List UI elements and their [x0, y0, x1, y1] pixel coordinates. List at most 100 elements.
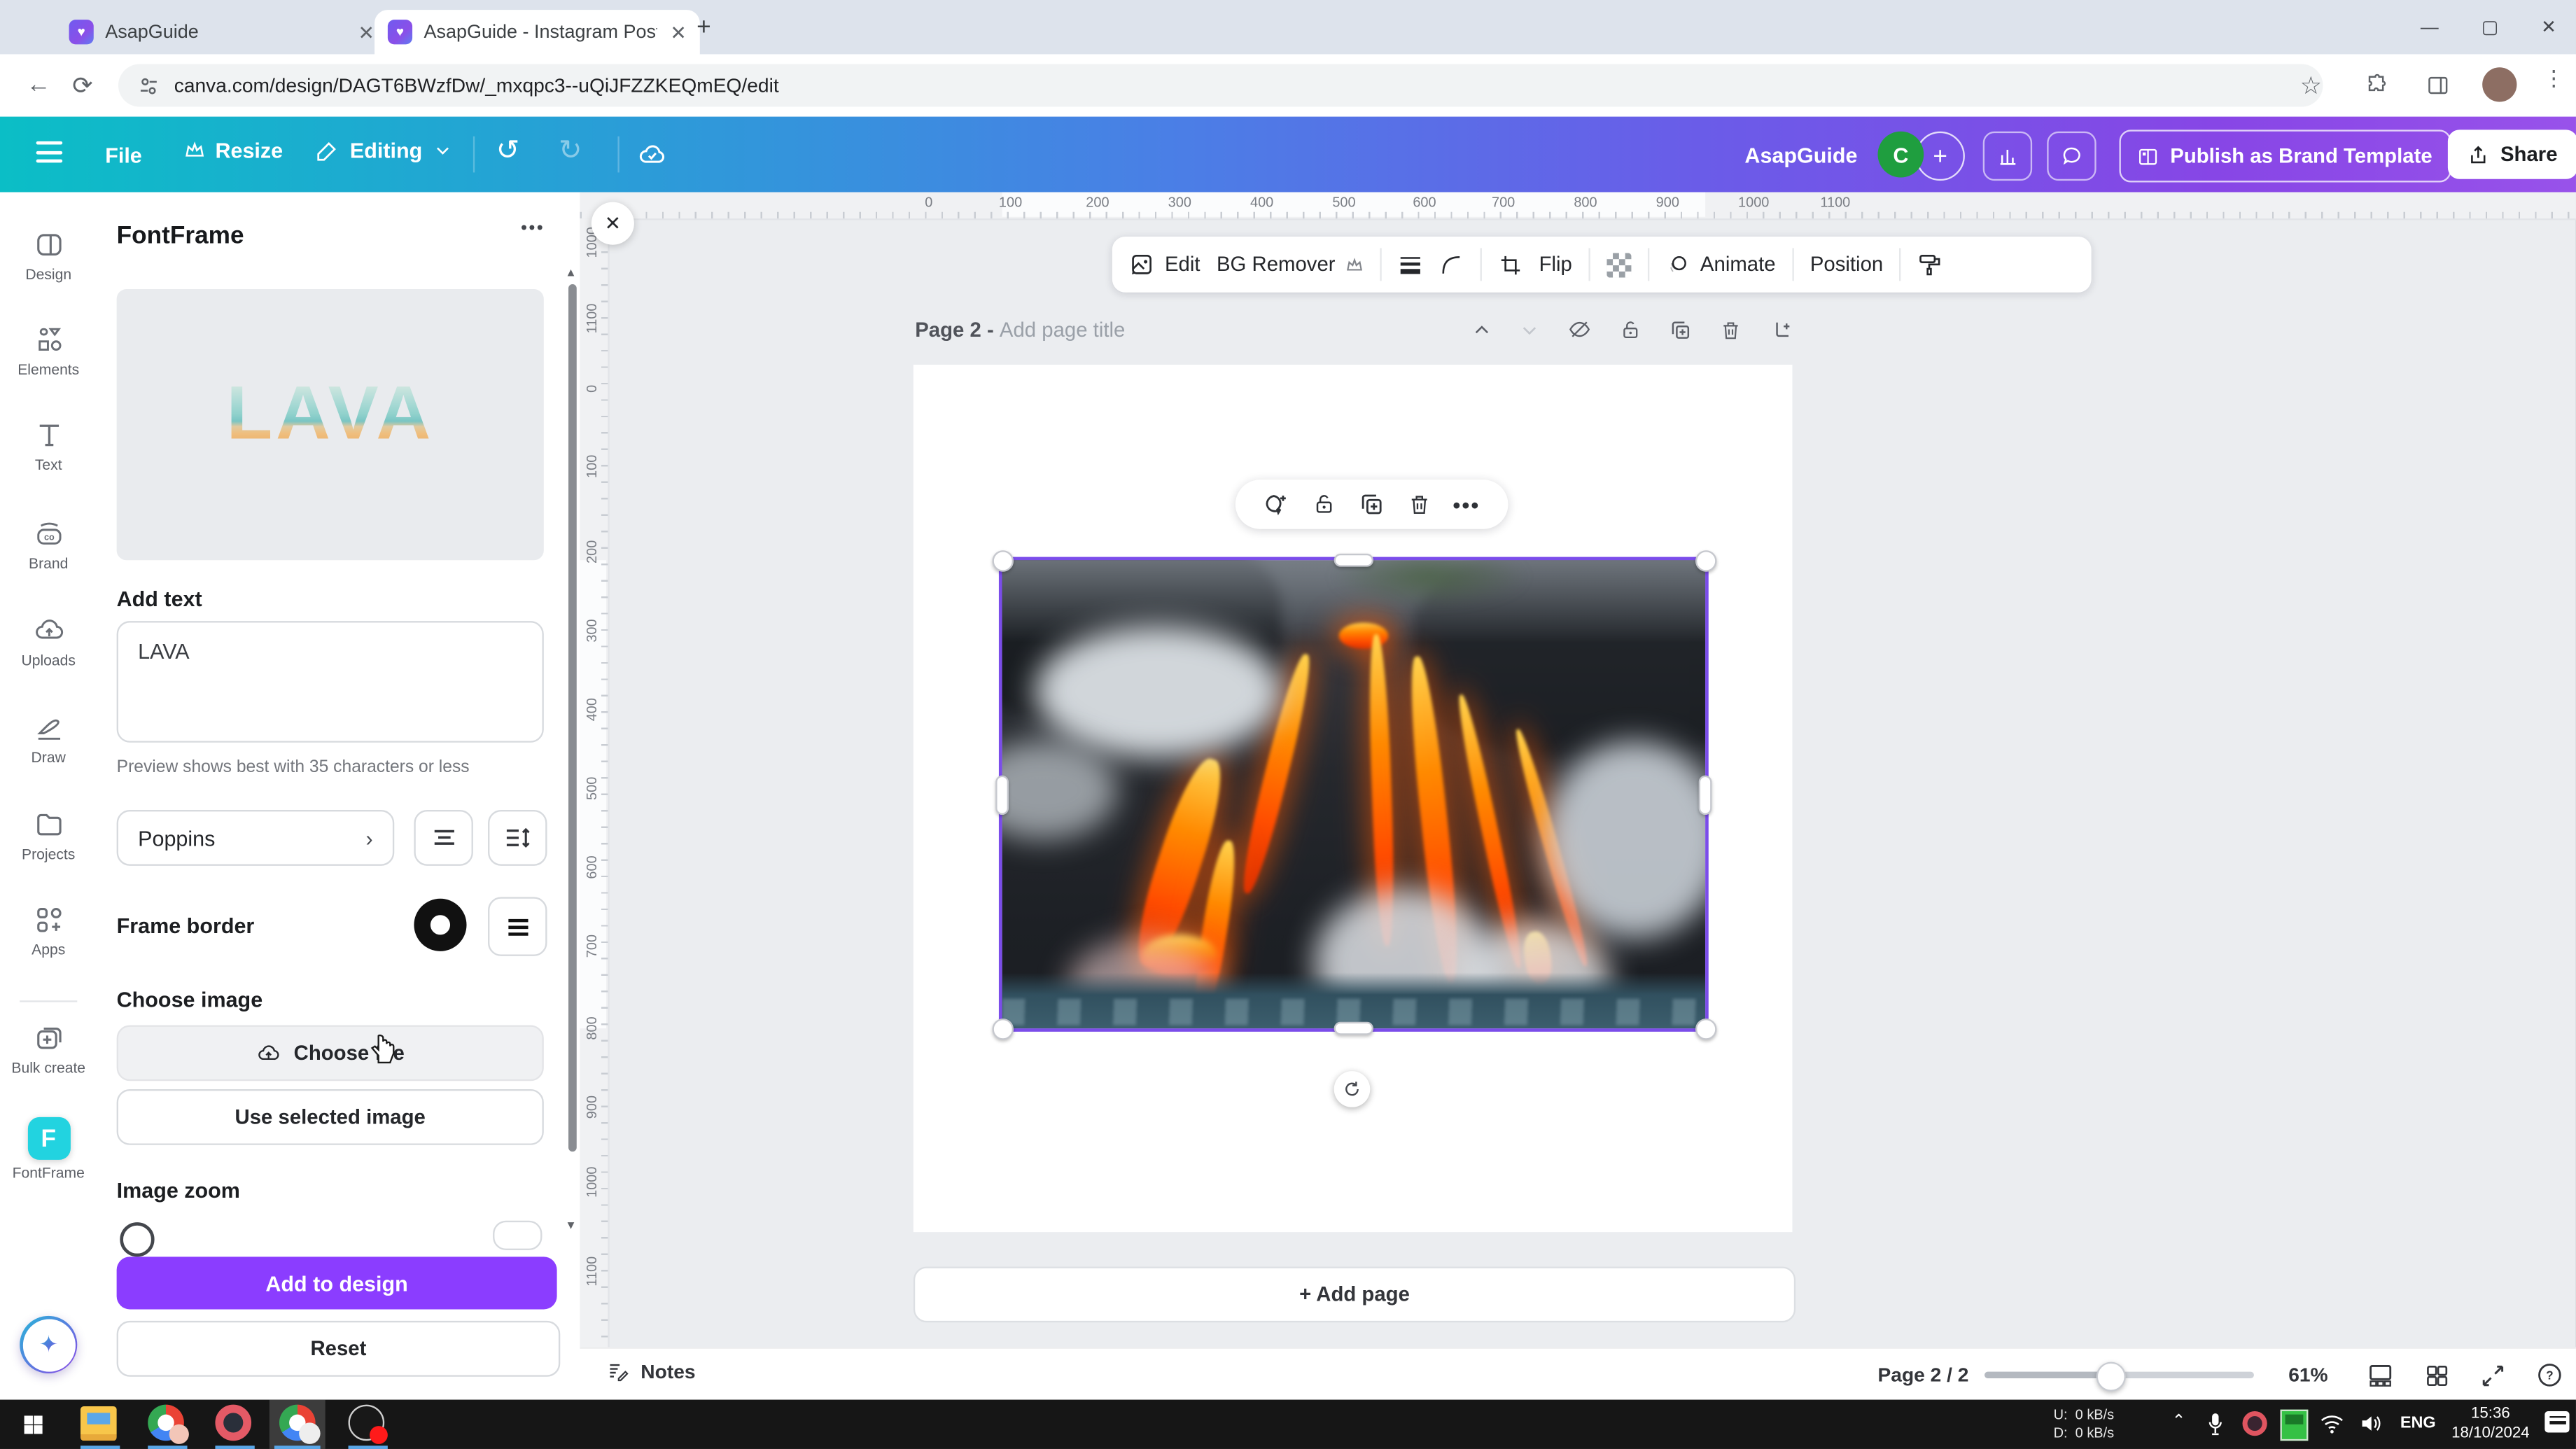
side-panel-icon[interactable]: [2426, 74, 2449, 97]
image-zoom-value-box[interactable]: [493, 1221, 542, 1250]
zoom-slider-track[interactable]: [1984, 1372, 2254, 1378]
rotate-handle[interactable]: [1334, 1071, 1371, 1107]
more-options-icon[interactable]: •••: [1453, 492, 1480, 517]
reload-icon[interactable]: ⟳: [72, 71, 93, 100]
browser-tab-1[interactable]: ♥ AsapGuide ✕: [56, 10, 388, 54]
bg-remover-button[interactable]: BG Remover: [1217, 253, 1363, 276]
ai-assistant-button[interactable]: ✦: [20, 1316, 78, 1374]
add-page-button[interactable]: + Add page: [913, 1266, 1795, 1322]
use-selected-image-button[interactable]: Use selected image: [117, 1089, 544, 1145]
chrome-icon[interactable]: [148, 1405, 184, 1441]
extensions-icon[interactable]: [2366, 74, 2389, 97]
text-align-button[interactable]: [414, 810, 472, 866]
sidebar-item-projects[interactable]: Projects: [0, 808, 97, 862]
comments-button[interactable]: [2047, 132, 2096, 181]
redo-icon[interactable]: ↻: [559, 134, 582, 167]
notes-button[interactable]: Notes: [606, 1360, 696, 1383]
add-comment-icon[interactable]: [1264, 491, 1290, 518]
edit-image-button[interactable]: Edit: [1128, 251, 1200, 278]
resize-handle-n[interactable]: [1334, 554, 1373, 567]
language-indicator[interactable]: ENG: [2400, 1415, 2436, 1433]
new-tab-button[interactable]: +: [696, 13, 711, 41]
wifi-icon[interactable]: [2320, 1413, 2344, 1434]
copy-style-roller-icon[interactable]: [1918, 251, 1945, 278]
tab-close-icon[interactable]: ✕: [358, 20, 374, 43]
sidebar-item-apps[interactable]: Apps: [0, 904, 97, 958]
choose-file-button[interactable]: Choose file: [117, 1025, 544, 1081]
position-button[interactable]: Position: [1810, 253, 1883, 276]
grid-view-icon[interactable]: [2425, 1363, 2449, 1387]
resize-button[interactable]: Resize: [184, 138, 283, 162]
tab-close-icon[interactable]: ✕: [670, 20, 687, 43]
back-icon[interactable]: ←: [27, 71, 51, 99]
resize-handle-w[interactable]: [995, 776, 1009, 815]
obs-icon[interactable]: [349, 1405, 385, 1441]
border-style-button[interactable]: [488, 897, 547, 955]
share-button[interactable]: Share: [2448, 130, 2576, 178]
corner-rounding-button[interactable]: [1438, 252, 1463, 276]
duplicate-page-icon[interactable]: [1669, 318, 1692, 341]
fullscreen-icon[interactable]: [2481, 1363, 2505, 1387]
url-bar[interactable]: canva.com/design/DAGT6BWzfDw/_mxqpc3--uQ…: [118, 64, 2323, 107]
browser-tab-2-active[interactable]: ♥ AsapGuide - Instagram Post - C ✕: [374, 10, 700, 54]
maximize-button[interactable]: ▢: [2482, 16, 2498, 38]
sidebar-item-text[interactable]: Text: [0, 419, 97, 472]
site-settings-icon[interactable]: [138, 75, 160, 97]
trash-icon[interactable]: [1407, 491, 1430, 518]
sidebar-item-bulk-create[interactable]: Bulk create: [0, 1022, 97, 1076]
stroke-weight-button[interactable]: [1398, 254, 1422, 276]
bookmark-star-icon[interactable]: ☆: [2300, 71, 2323, 100]
move-page-down-icon[interactable]: [1520, 319, 1539, 339]
flip-button[interactable]: Flip: [1539, 253, 1572, 276]
sidebar-item-uploads[interactable]: Uploads: [0, 615, 97, 668]
opera-icon[interactable]: [215, 1405, 251, 1441]
clock[interactable]: 15:36 18/10/2024: [2448, 1405, 2533, 1446]
sidebar-item-design[interactable]: Design: [0, 228, 97, 282]
file-menu-button[interactable]: File: [105, 143, 142, 167]
close-window-button[interactable]: ✕: [2541, 16, 2556, 38]
resize-handle-s[interactable]: [1334, 1022, 1373, 1035]
file-explorer-icon[interactable]: [80, 1406, 117, 1441]
resize-handle-ne[interactable]: [1695, 550, 1717, 572]
add-page-after-icon[interactable]: [1770, 318, 1793, 341]
workspace-name[interactable]: AsapGuide: [1744, 143, 1857, 167]
reset-button[interactable]: Reset: [117, 1321, 561, 1377]
zoom-slider-thumb[interactable]: [2096, 1362, 2126, 1392]
lock-icon[interactable]: [1312, 491, 1336, 518]
speaker-icon[interactable]: [2359, 1413, 2384, 1434]
windows-start-icon[interactable]: [22, 1413, 45, 1436]
sidebar-item-fontframe[interactable]: F FontFrame: [0, 1117, 97, 1182]
editing-mode-dropdown[interactable]: Editing: [316, 138, 452, 162]
panel-more-icon[interactable]: •••: [521, 218, 545, 238]
lava-image[interactable]: [1002, 560, 1705, 1028]
pages-view-icon[interactable]: [2367, 1363, 2394, 1387]
sidebar-item-brand[interactable]: co Brand: [0, 517, 97, 571]
delete-page-icon[interactable]: [1720, 318, 1742, 341]
help-icon[interactable]: ?: [2537, 1362, 2563, 1389]
scroll-up-arrow-icon[interactable]: ▲: [565, 268, 576, 279]
publish-brand-template-button[interactable]: Publish as Brand Template: [2120, 130, 2451, 182]
browser-menu-icon[interactable]: ⋮: [2543, 66, 2565, 92]
hide-page-icon[interactable]: [1567, 317, 1592, 342]
resize-handle-sw[interactable]: [993, 1018, 1014, 1040]
insights-button[interactable]: [1983, 132, 2032, 181]
scroll-down-arrow-icon[interactable]: ▼: [565, 1221, 576, 1232]
minimize-button[interactable]: —: [2421, 18, 2439, 37]
sidebar-item-draw[interactable]: Draw: [0, 711, 97, 765]
crop-button[interactable]: [1498, 252, 1522, 276]
image-zoom-slider-thumb[interactable]: [120, 1222, 154, 1256]
add-to-design-button[interactable]: Add to design: [117, 1256, 557, 1309]
font-select[interactable]: Poppins ›: [117, 810, 395, 866]
sidebar-item-elements[interactable]: Elements: [0, 323, 97, 377]
panel-scrollbar[interactable]: [568, 284, 576, 1152]
unlock-icon[interactable]: [1620, 318, 1642, 341]
notification-center-icon[interactable]: [2544, 1411, 2569, 1433]
border-color-swatch[interactable]: [414, 899, 466, 951]
page-title-placeholder[interactable]: Add page title: [1000, 318, 1125, 342]
tray-app-icon[interactable]: [2280, 1410, 2308, 1441]
panel-close-button[interactable]: ✕: [592, 202, 634, 245]
tray-expand-icon[interactable]: ⌃: [2172, 1413, 2186, 1431]
hamburger-menu-icon[interactable]: [36, 141, 63, 163]
undo-icon[interactable]: ↺: [496, 134, 519, 167]
tray-opera-icon[interactable]: [2243, 1411, 2267, 1436]
